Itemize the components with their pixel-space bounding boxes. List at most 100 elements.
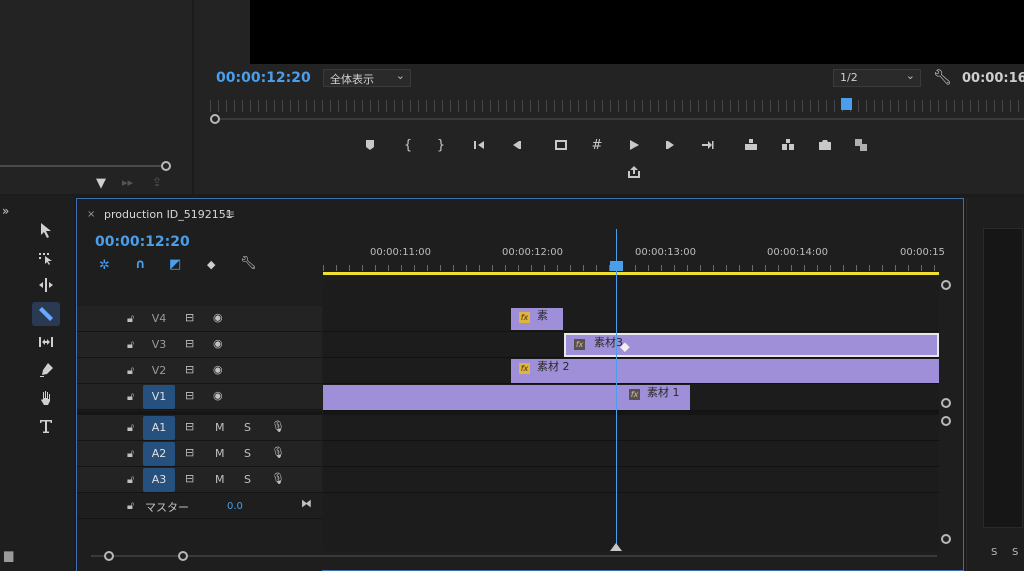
wrench-icon[interactable]: 🔧︎ bbox=[933, 68, 952, 86]
linked-selection-icon[interactable]: ◩ bbox=[169, 257, 181, 272]
resolution-dropdown[interactable]: 1/2 bbox=[833, 69, 921, 87]
program-scrollbar[interactable] bbox=[220, 118, 1024, 120]
mute-button[interactable]: M bbox=[215, 473, 225, 486]
scroll-knob[interactable] bbox=[941, 398, 951, 408]
solo-button[interactable]: S bbox=[244, 447, 251, 460]
solo-button[interactable]: S bbox=[244, 473, 251, 486]
go-to-end-icon[interactable]: ⧓ bbox=[301, 497, 312, 510]
clip-v2[interactable]: fx 素材 2 bbox=[511, 359, 939, 383]
toggle-output-icon[interactable]: ⊟ bbox=[185, 420, 194, 433]
pen-tool-icon[interactable] bbox=[32, 358, 60, 382]
compare-icon[interactable] bbox=[851, 135, 871, 155]
track-a1[interactable] bbox=[323, 415, 939, 441]
lock-icon[interactable]: 🔓︎ bbox=[127, 312, 134, 326]
solo-button[interactable]: S bbox=[1012, 547, 1018, 558]
share-icon[interactable] bbox=[624, 162, 644, 182]
snap-icon[interactable]: ∩ bbox=[135, 257, 146, 272]
track-label[interactable]: V2 bbox=[143, 359, 175, 383]
lock-icon[interactable]: 🔓︎ bbox=[127, 390, 134, 404]
work-area-bar[interactable] bbox=[323, 272, 939, 275]
sequence-tab[interactable]: production ID_5192151 bbox=[104, 208, 233, 221]
fit-dropdown[interactable]: 全体表示 bbox=[323, 69, 411, 87]
lock-icon[interactable]: 🔓︎ bbox=[127, 421, 134, 435]
play-icon[interactable] bbox=[624, 135, 644, 155]
eye-icon[interactable]: ◉ bbox=[213, 311, 223, 324]
mark-in-icon[interactable]: { bbox=[398, 135, 418, 155]
track-label[interactable]: A3 bbox=[143, 468, 175, 492]
playhead-handle[interactable] bbox=[610, 261, 623, 271]
camera-icon[interactable] bbox=[815, 135, 835, 155]
eye-icon[interactable]: ◉ bbox=[213, 389, 223, 402]
extract-icon[interactable] bbox=[778, 135, 798, 155]
time-ruler[interactable]: 00:00:11:00 00:00:12:00 00:00:13:00 00:0… bbox=[323, 237, 945, 275]
eye-icon[interactable]: ◉ bbox=[213, 337, 223, 350]
export-icon[interactable]: ⇪ bbox=[152, 175, 162, 189]
marker-icon[interactable] bbox=[360, 135, 380, 155]
lock-icon[interactable]: 🔓︎ bbox=[127, 447, 134, 461]
go-to-out-icon[interactable] bbox=[697, 135, 717, 155]
mic-icon[interactable]: 🎙︎ bbox=[271, 472, 285, 485]
eye-icon[interactable]: ◉ bbox=[213, 363, 223, 376]
track-a3[interactable] bbox=[323, 467, 939, 493]
solo-button[interactable]: S bbox=[991, 547, 997, 558]
playhead[interactable] bbox=[616, 229, 617, 551]
grid-icon[interactable]: # bbox=[587, 135, 607, 155]
selection-tool-icon[interactable] bbox=[32, 218, 60, 242]
scroll-knob[interactable] bbox=[941, 534, 951, 544]
lift-icon[interactable] bbox=[741, 135, 761, 155]
toggle-output-icon[interactable]: ⊟ bbox=[185, 389, 194, 402]
folder-icon[interactable]: ▆ bbox=[4, 548, 13, 562]
nest-icon[interactable]: ✲ bbox=[99, 258, 110, 273]
toggle-output-icon[interactable]: ⊟ bbox=[185, 472, 194, 485]
track-label[interactable]: V3 bbox=[143, 333, 175, 357]
scroll-knob[interactable] bbox=[941, 280, 951, 290]
program-timecode[interactable]: 00:00:12:20 bbox=[216, 70, 311, 86]
scroll-knob[interactable] bbox=[941, 416, 951, 426]
hand-tool-icon[interactable] bbox=[32, 386, 60, 410]
mic-icon[interactable]: 🎙︎ bbox=[271, 420, 285, 433]
lock-icon[interactable]: 🔓︎ bbox=[127, 338, 134, 352]
step-back-icon[interactable] bbox=[506, 135, 526, 155]
timeline-zoom-scrollbar[interactable] bbox=[91, 555, 937, 557]
clip-v4[interactable]: fx 素 bbox=[511, 308, 563, 330]
zoom-knob-right[interactable] bbox=[178, 551, 188, 561]
wrench-icon[interactable]: 🔧︎ bbox=[240, 256, 257, 271]
track-area[interactable]: fx 素 fx 素材3 fx 素材 2 fx 素材 1 ⬥ bbox=[323, 281, 939, 551]
track-label[interactable]: A2 bbox=[143, 442, 175, 466]
mute-button[interactable]: M bbox=[215, 447, 225, 460]
program-playhead[interactable] bbox=[841, 98, 852, 110]
toggle-output-icon[interactable]: ⊟ bbox=[185, 446, 194, 459]
program-ruler[interactable] bbox=[210, 100, 1024, 112]
type-tool-icon[interactable] bbox=[32, 414, 60, 438]
track-a2[interactable] bbox=[323, 441, 939, 467]
track-select-icon[interactable] bbox=[32, 245, 60, 269]
razor-tool-icon[interactable] bbox=[32, 302, 60, 326]
timeline-timecode[interactable]: 00:00:12:20 bbox=[95, 234, 190, 250]
lock-icon[interactable]: 🔓︎ bbox=[127, 473, 134, 487]
track-label[interactable]: V4 bbox=[143, 307, 175, 331]
mark-out-icon[interactable]: } bbox=[431, 135, 451, 155]
toggle-output-icon[interactable]: ⊟ bbox=[185, 337, 194, 350]
expand-panels-icon[interactable]: » bbox=[2, 204, 9, 218]
zoom-knob-left[interactable] bbox=[104, 551, 114, 561]
mute-button[interactable]: M bbox=[215, 421, 225, 434]
add-marker-icon[interactable]: ◆ bbox=[207, 258, 215, 271]
clip-v1[interactable]: fx 素材 1 bbox=[323, 385, 690, 410]
step-forward-icon[interactable] bbox=[661, 135, 681, 155]
track-label[interactable]: V1 bbox=[143, 385, 175, 409]
track-v4[interactable] bbox=[323, 306, 939, 332]
insert-icon[interactable]: ▸▸ bbox=[122, 176, 133, 189]
close-icon[interactable]: × bbox=[87, 209, 95, 220]
filter-icon[interactable]: ▼ bbox=[96, 176, 106, 191]
ripple-edit-icon[interactable] bbox=[32, 273, 60, 297]
master-volume[interactable]: 0.0 bbox=[227, 501, 243, 512]
mic-icon[interactable]: 🎙︎ bbox=[271, 446, 285, 459]
scroll-knob[interactable] bbox=[161, 161, 171, 171]
safe-margins-icon[interactable] bbox=[551, 135, 571, 155]
lock-icon[interactable]: 🔓︎ bbox=[127, 499, 134, 513]
project-panel-scrollbar[interactable] bbox=[0, 165, 168, 167]
go-to-in-icon[interactable] bbox=[470, 135, 490, 155]
toggle-output-icon[interactable]: ⊟ bbox=[185, 311, 194, 324]
lock-icon[interactable]: 🔓︎ bbox=[127, 364, 134, 378]
track-label[interactable]: A1 bbox=[143, 416, 175, 440]
